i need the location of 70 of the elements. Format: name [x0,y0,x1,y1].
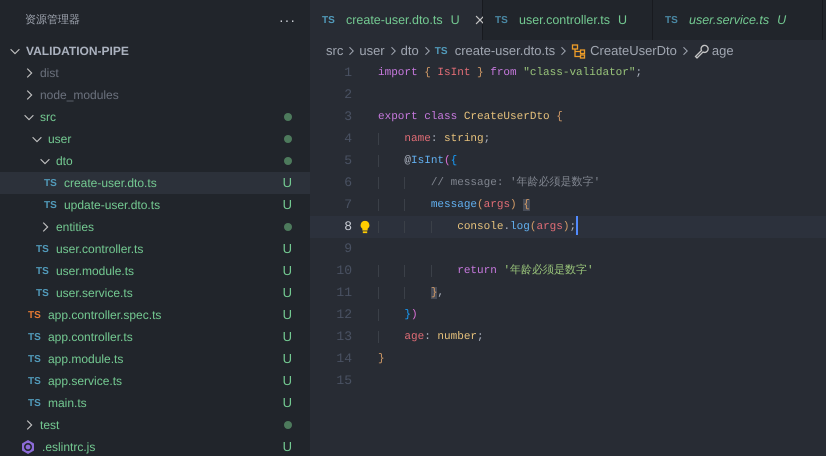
code-line: export class CreateUserDto { [378,110,563,125]
tree-item[interactable]: dto [0,150,310,172]
code-line: }) [378,304,418,326]
git-status-label: U [282,394,292,412]
git-status-label: U [282,306,292,324]
git-status-label: U [282,328,292,346]
breadcrumb-item[interactable]: user [359,41,385,61]
breadcrumb-item[interactable]: CreateUserDto [590,41,677,61]
tab-label: user.service.ts [689,12,770,29]
code-line: import { IsInt } from "class-validator"; [378,66,642,81]
code-line: age: number; [378,326,484,348]
typescript-file-icon: TS [28,396,44,410]
git-status-label: U [282,240,292,258]
tree-item[interactable]: TS app.service.ts U [0,370,310,392]
typescript-file-icon: TS [28,374,44,388]
sidebar-title: 资源管理器 [25,12,80,28]
code-line: name: string; [378,128,490,150]
project-header[interactable]: VALIDATION-PIPE [0,40,310,62]
breadcrumb-item[interactable]: create-user.dto.ts [454,41,556,61]
code-line: // message: '年龄必须是数字' [378,172,600,194]
more-actions-button[interactable]: ··· [279,10,296,30]
typescript-file-icon: TS [36,264,52,278]
tree-item[interactable]: test [0,414,310,436]
tree-item[interactable]: TS app.module.ts U [0,348,310,370]
typescript-file-icon: TS [36,286,52,300]
git-status-label: U [282,262,292,280]
git-status-label: U [282,438,292,456]
code-line: } [378,352,385,367]
git-status-label: U [282,174,292,192]
tree-item[interactable]: src [0,106,310,128]
code-line: @IsInt({ [378,150,458,172]
tab-label: user.controller.ts [519,12,610,29]
typescript-file-icon: TS [495,12,511,28]
typescript-file-icon: TS [434,44,451,58]
typescript-file-icon: TS [36,242,52,256]
typescript-file-icon: TS [44,198,60,212]
class-icon [571,43,588,59]
tree-item[interactable]: TS user.module.ts U [0,260,310,282]
typescript-file-icon: TS [28,352,44,366]
typescript-file-icon: TS [28,308,44,322]
editor-tab[interactable]: TS create-user.dto.ts U [310,0,483,40]
tree-item[interactable]: TS update-user.dto.ts U [0,194,310,216]
git-status-label: U [282,372,292,390]
tree-item[interactable]: TS create-user.dto.ts U [0,172,310,194]
typescript-file-icon: TS [44,176,60,190]
git-status-label: U [282,350,292,368]
tree-item[interactable]: TS user.controller.ts U [0,238,310,260]
code-line: console.log(args); [378,216,576,238]
code-line: }, [378,282,444,304]
breadcrumb-item[interactable]: src [326,41,344,61]
typescript-file-icon: TS [322,12,338,28]
tree-item[interactable]: TS app.controller.ts U [0,326,310,348]
breadcrumb-item[interactable]: age [712,41,734,61]
typescript-file-icon: TS [665,12,681,28]
tree-item[interactable]: user [0,128,310,150]
tree-item[interactable]: TS app.controller.spec.ts U [0,304,310,326]
wrench-icon [692,43,709,59]
breadcrumb-item[interactable]: dto [400,41,419,61]
code-line: return '年龄必须是数字' [378,260,594,282]
editor-tab[interactable]: TS user.controller.ts U [483,0,653,40]
git-status-label: U [282,284,292,302]
typescript-file-icon: TS [28,330,44,344]
tree-item[interactable]: TS user.service.ts U [0,282,310,304]
git-status-label: U [282,196,292,214]
code-line: message(args) { [378,194,530,216]
line-number: 8 [343,218,352,236]
tree-item[interactable]: TS main.ts U [0,392,310,414]
tree-item[interactable]: entities [0,216,310,238]
tree-item[interactable]: .eslintrc.js U [0,436,310,456]
tab-label: create-user.dto.ts [346,12,443,29]
